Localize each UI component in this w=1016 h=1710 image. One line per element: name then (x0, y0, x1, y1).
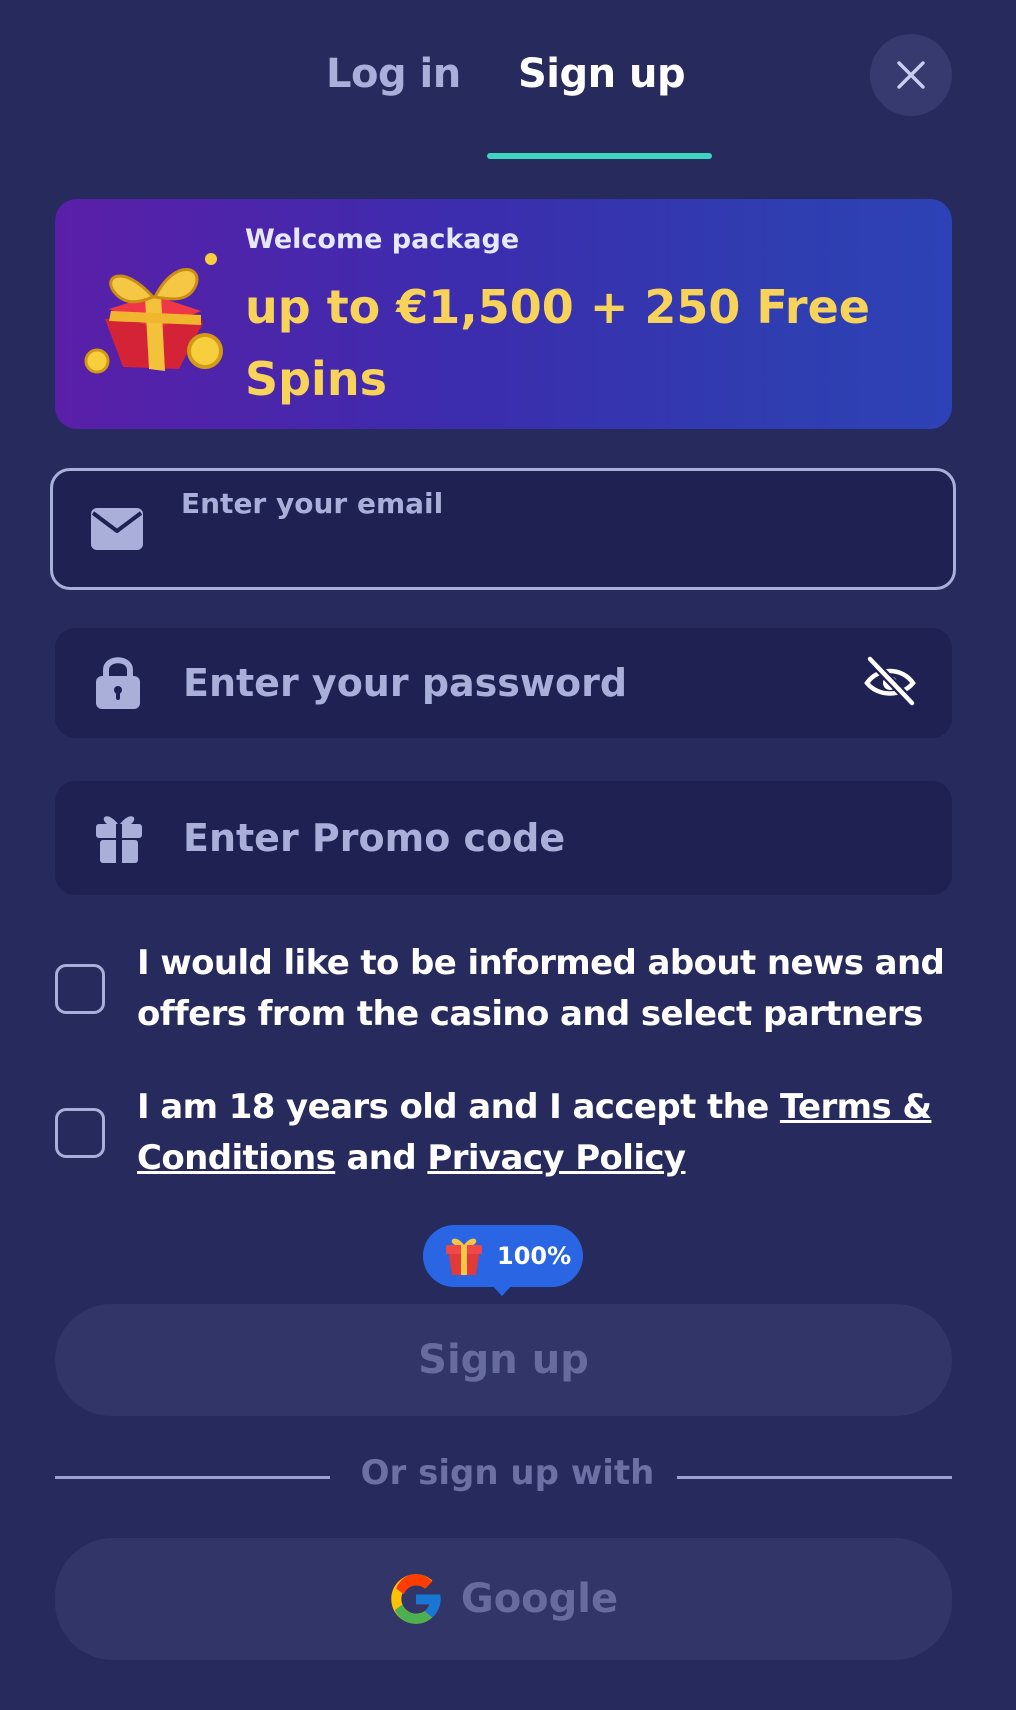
close-icon (897, 61, 925, 89)
terms-consent-checkbox[interactable] (55, 1108, 105, 1158)
google-signup-button[interactable]: Google (55, 1538, 952, 1660)
close-button[interactable] (870, 34, 952, 116)
news-consent-checkbox[interactable] (55, 964, 105, 1014)
tab-signup[interactable]: Sign up (518, 48, 686, 100)
gift-badge-icon (446, 1238, 482, 1275)
badge-pointer (490, 1283, 514, 1296)
terms-consent-row: I am 18 years old and I accept the Terms… (55, 1082, 955, 1186)
privacy-link[interactable]: Privacy Policy (427, 1138, 686, 1178)
divider-text: Or sign up with (360, 1453, 655, 1493)
terms-middle: and (335, 1138, 428, 1178)
gift-icon (96, 816, 142, 864)
gift-box-art (84, 253, 223, 374)
google-icon (391, 1574, 441, 1624)
news-consent-row: I would like to be informed about news a… (55, 938, 955, 1042)
email-input[interactable] (181, 527, 901, 577)
divider-line-right (677, 1476, 952, 1479)
badge-text: 100% (497, 1242, 572, 1270)
signup-modal: Log in Sign up Welcome package up to €1,… (0, 0, 1016, 1710)
welcome-banner: Welcome package up to €1,500 + 250 Free … (55, 199, 952, 429)
password-field[interactable] (55, 628, 952, 738)
password-input[interactable] (181, 656, 861, 710)
email-icon (91, 508, 143, 550)
signup-button[interactable]: Sign up (55, 1304, 952, 1416)
tab-login[interactable]: Log in (326, 48, 461, 100)
promo-code-input[interactable] (181, 811, 921, 865)
promo-code-field[interactable] (55, 781, 952, 895)
active-tab-indicator (487, 153, 712, 159)
lock-icon (96, 657, 140, 709)
banner-subtitle: Welcome package (245, 224, 520, 255)
email-field[interactable]: Enter your email (50, 468, 956, 590)
bonus-badge: 100% (423, 1225, 583, 1287)
eye-off-icon[interactable] (862, 653, 918, 709)
banner-title: up to €1,500 + 250 Free Spins (245, 280, 870, 406)
email-label: Enter your email (181, 487, 444, 520)
google-button-label: Google (460, 1576, 619, 1622)
divider-line-left (55, 1476, 330, 1479)
news-consent-text: I would like to be informed about news a… (137, 943, 945, 1034)
terms-consent-text: I am 18 years old and I accept the Terms… (137, 1082, 967, 1184)
terms-prefix: I am 18 years old and I accept the (137, 1087, 780, 1127)
